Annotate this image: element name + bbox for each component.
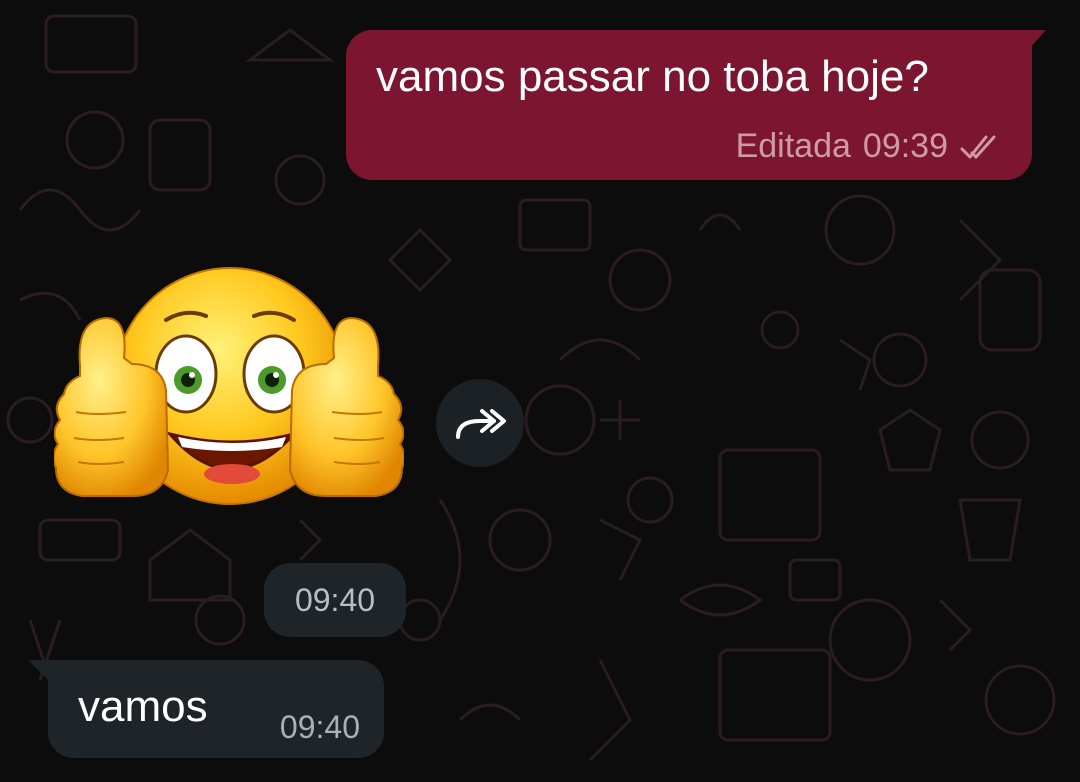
thumbs-up-smiley-sticker[interactable]	[54, 262, 404, 518]
message-text: vamos passar no toba hoje?	[376, 52, 929, 101]
edited-label: Editada	[735, 127, 851, 165]
double-check-icon	[960, 135, 996, 158]
sticker-time: 09:40	[264, 563, 406, 637]
message-time: 09:40	[279, 709, 360, 745]
message-meta: Editada 09:39	[736, 127, 1006, 166]
outgoing-message-bubble[interactable]: vamos passar no toba hoje? Editada 09:39	[346, 30, 1046, 180]
forward-icon	[456, 409, 506, 439]
incoming-message-bubble[interactable]: vamos 09:40	[28, 660, 384, 758]
bubble-tail	[1028, 30, 1046, 50]
forward-button[interactable]	[436, 379, 524, 467]
message-time: 09:39	[862, 127, 948, 165]
message-text: vamos	[78, 682, 208, 731]
bubble-tail	[28, 660, 48, 680]
